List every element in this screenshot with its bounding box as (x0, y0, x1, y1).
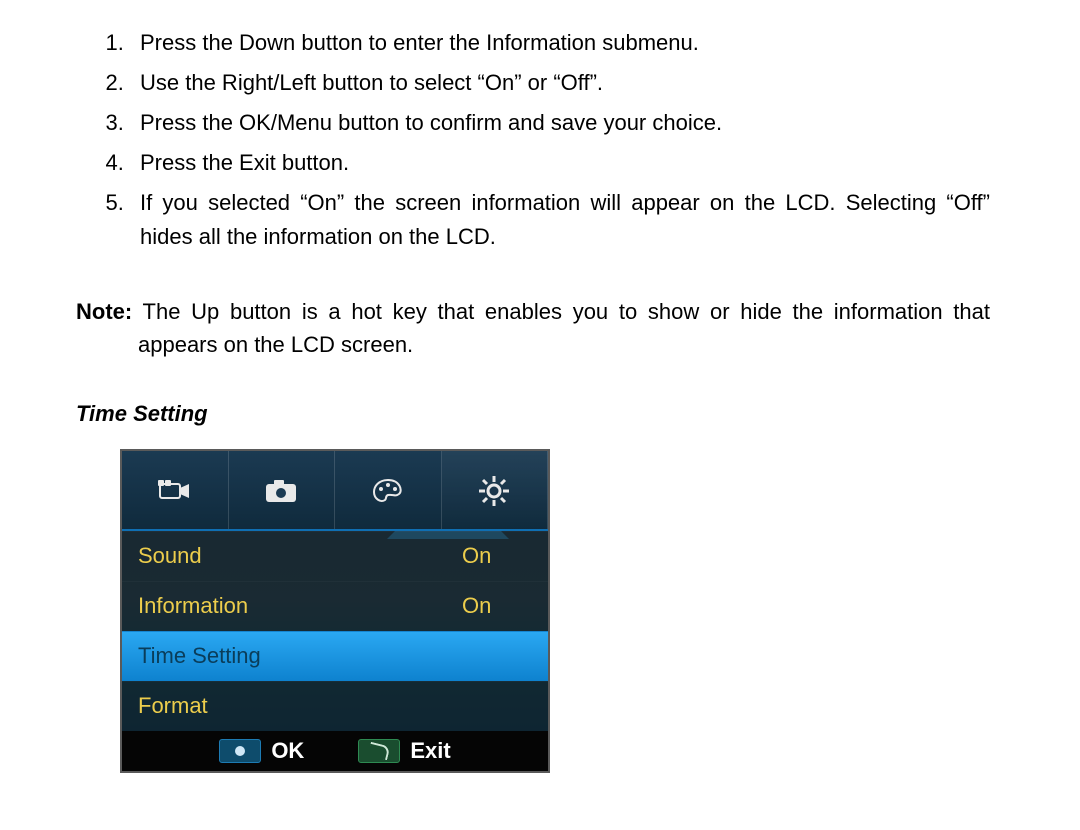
instruction-item: If you selected “On” the screen informat… (130, 184, 990, 258)
menu-item-label: Format (138, 693, 462, 719)
note-text: The Up button is a hot key that enables … (138, 299, 990, 357)
lcd-menu-body: Sound On Information On Time Setting For… (122, 531, 548, 731)
instruction-item: Use the Right/Left button to select “On”… (130, 64, 990, 104)
instruction-item: Press the OK/Menu button to confirm and … (130, 104, 990, 144)
exit-button-icon (358, 739, 400, 763)
ok-label: OK (271, 738, 304, 764)
lcd-screenshot: Sound On Information On Time Setting For… (120, 449, 550, 773)
menu-item-sound[interactable]: Sound On (122, 531, 548, 581)
tab-video[interactable] (122, 451, 229, 531)
camera-icon (264, 478, 298, 504)
palette-icon (371, 477, 405, 505)
tab-camera[interactable] (229, 451, 336, 531)
instruction-list: Press the Down button to enter the Infor… (76, 24, 990, 259)
lcd-footer-bar: OK Exit (122, 731, 548, 771)
menu-item-information[interactable]: Information On (122, 581, 548, 631)
menu-item-value: On (462, 543, 532, 569)
tab-palette[interactable] (335, 451, 442, 531)
menu-item-label: Time Setting (138, 643, 462, 669)
note-label: Note: (76, 299, 132, 324)
instruction-item: Press the Down button to enter the Infor… (130, 24, 990, 64)
menu-item-label: Information (138, 593, 462, 619)
ok-hint: OK (219, 738, 304, 764)
note-paragraph: Note: The Up button is a hot key that en… (76, 295, 990, 361)
exit-label: Exit (410, 738, 450, 764)
menu-item-format[interactable]: Format (122, 681, 548, 731)
menu-item-time-setting[interactable]: Time Setting (122, 631, 548, 681)
gear-icon (477, 474, 511, 508)
page: Press the Down button to enter the Infor… (0, 0, 1080, 830)
lcd-tab-bar (122, 451, 548, 531)
menu-item-label: Sound (138, 543, 462, 569)
menu-item-value: On (462, 593, 532, 619)
exit-hint: Exit (358, 738, 450, 764)
video-icon (158, 478, 192, 504)
section-heading-time-setting: Time Setting (76, 401, 990, 427)
instruction-item: Press the Exit button. (130, 144, 990, 184)
tab-settings[interactable] (442, 451, 549, 531)
ok-button-icon (219, 739, 261, 763)
